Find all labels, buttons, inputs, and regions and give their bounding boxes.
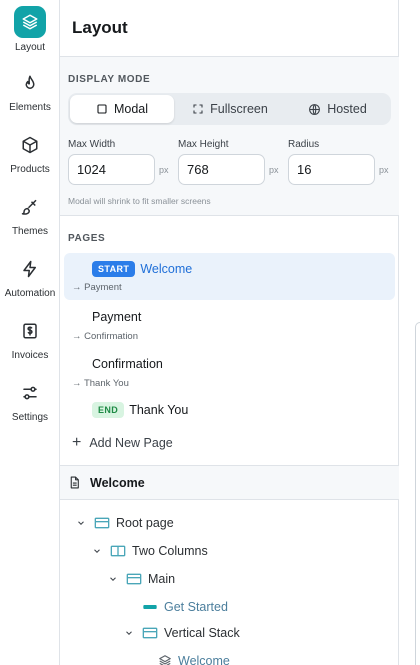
display-mode-label: DISPLAY MODE: [68, 74, 151, 85]
section-icon: [94, 517, 110, 529]
chevron-down-icon[interactable]: [92, 546, 104, 556]
add-new-page-button[interactable]: + Add New Page: [72, 435, 173, 451]
flame-icon: [0, 73, 60, 98]
divider: [60, 499, 399, 500]
left-rail: Layout Elements Products Themes Automati…: [0, 0, 60, 665]
tree-label: Root page: [116, 516, 174, 530]
sliders-icon: [0, 383, 60, 408]
display-mode-hint: Modal will shrink to fit smaller screens: [68, 196, 211, 206]
page-item-payment[interactable]: Payment → Confirmation: [64, 302, 395, 349]
section-icon: [142, 627, 158, 639]
max-width-unit: px: [159, 165, 169, 175]
mode-label: Modal: [113, 102, 149, 116]
rail-label: Layout: [14, 42, 46, 53]
square-icon: [97, 104, 107, 114]
tree-label: Welcome: [178, 654, 230, 665]
chevron-down-icon[interactable]: [76, 518, 88, 528]
lightning-icon: [0, 259, 60, 284]
page-title: Thank You: [129, 403, 189, 417]
page-name: START Welcome: [92, 261, 192, 277]
tree-label: Get Started: [164, 600, 228, 614]
section-icon: [126, 573, 142, 585]
page-name: END Thank You: [92, 402, 188, 418]
start-badge: START: [92, 261, 136, 277]
tree-label: Main: [148, 572, 176, 586]
page-item-confirmation[interactable]: Confirmation → Thank You: [64, 349, 395, 396]
divider: [60, 215, 399, 216]
add-page-label: Add New Page: [89, 436, 173, 450]
page-next: → Payment: [72, 282, 122, 293]
tree-node-vertical-stack[interactable]: Vertical Stack: [124, 623, 240, 643]
button-icon: [142, 601, 158, 613]
end-badge: END: [92, 402, 125, 418]
radius-input[interactable]: 16: [288, 154, 375, 185]
mode-modal-button[interactable]: Modal: [70, 95, 174, 123]
tree-label: Vertical Stack: [164, 626, 240, 640]
layers-icon: [158, 654, 172, 665]
plus-icon: +: [72, 434, 82, 451]
tree-node-two-columns[interactable]: Two Columns: [92, 541, 208, 561]
page-item-welcome[interactable]: START Welcome → Payment: [64, 253, 395, 300]
page-title: Welcome: [140, 262, 193, 276]
rail-item-invoices[interactable]: Invoices: [0, 321, 60, 361]
columns-icon: [110, 545, 126, 557]
max-height-label: Max Height: [178, 139, 229, 150]
current-page-header: Welcome: [60, 466, 399, 499]
rail-item-products[interactable]: Products: [0, 135, 60, 175]
page-next: → Thank You: [72, 378, 129, 389]
tree-label: Two Columns: [132, 544, 208, 558]
rail-item-themes[interactable]: Themes: [0, 197, 60, 237]
radius-label: Radius: [288, 139, 320, 150]
panel-title: Layout: [72, 18, 128, 37]
rail-item-layout[interactable]: Layout: [0, 6, 60, 53]
document-icon: [68, 475, 81, 495]
rail-label: Automation: [4, 288, 56, 299]
tree-node-main[interactable]: Main: [108, 569, 175, 589]
box-icon: [0, 135, 60, 160]
rail-label: Invoices: [11, 350, 49, 361]
invoice-icon: [0, 321, 60, 346]
mode-hosted-button[interactable]: Hosted: [286, 95, 389, 123]
max-height-unit: px: [269, 165, 279, 175]
rail-item-automation[interactable]: Automation: [0, 259, 60, 299]
page-title: Confirmation: [92, 357, 163, 371]
tree-node-welcome[interactable]: Welcome: [158, 651, 230, 665]
tree-node-get-started[interactable]: Get Started: [142, 597, 228, 617]
page-name: Confirmation: [92, 357, 163, 371]
display-mode-toggle: Modal Fullscreen Hosted: [68, 93, 391, 125]
pages-label: PAGES: [68, 233, 106, 244]
mode-label: Hosted: [327, 102, 367, 116]
rail-item-settings[interactable]: Settings: [0, 383, 60, 423]
rail-item-elements[interactable]: Elements: [0, 73, 60, 113]
brush-icon: [0, 197, 60, 222]
rail-label: Products: [10, 164, 50, 175]
rail-label: Elements: [9, 102, 51, 113]
canvas-frame-edge: [415, 322, 420, 665]
layout-panel: Layout DISPLAY MODE Modal Fullscreen Hos…: [60, 0, 399, 665]
tree-node-root-page[interactable]: Root page: [76, 513, 174, 533]
rail-label: Themes: [11, 226, 49, 237]
mode-label: Fullscreen: [210, 102, 268, 116]
page-item-thank-you[interactable]: END Thank You: [64, 396, 395, 428]
layers-icon: [14, 6, 46, 38]
page-next: → Confirmation: [72, 331, 138, 342]
max-width-label: Max Width: [68, 139, 116, 150]
chevron-down-icon[interactable]: [124, 628, 136, 638]
expand-icon: [193, 104, 203, 114]
max-height-input[interactable]: 768: [178, 154, 265, 185]
globe-icon: [309, 103, 321, 115]
radius-unit: px: [379, 165, 389, 175]
rail-label: Settings: [11, 412, 49, 423]
chevron-down-icon[interactable]: [108, 574, 120, 584]
max-width-input[interactable]: 1024: [68, 154, 155, 185]
current-page-title: Welcome: [90, 476, 145, 490]
page-name: Payment: [92, 310, 141, 324]
mode-fullscreen-button[interactable]: Fullscreen: [178, 95, 282, 123]
page-title: Payment: [92, 310, 142, 324]
